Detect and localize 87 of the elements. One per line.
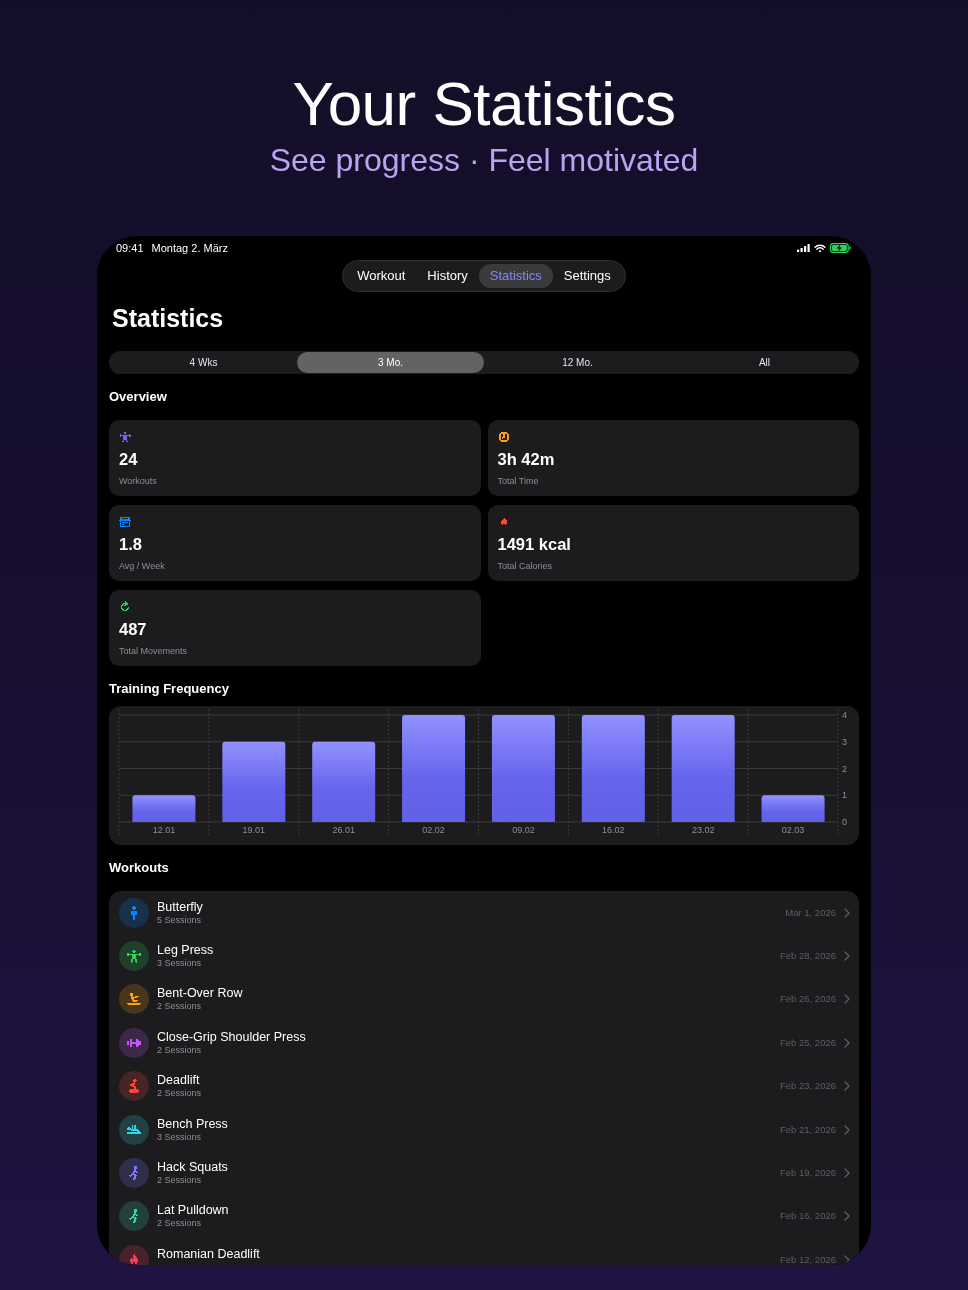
tab[interactable]: Workout [346, 264, 417, 288]
y-axis-label: 2 [842, 763, 847, 774]
session-count: 5 Sessions [157, 914, 203, 926]
y-axis-label: 3 [842, 736, 847, 747]
session-count: 2 Sessions [157, 1218, 203, 1230]
session-count: 2 Sessions [157, 1088, 203, 1100]
session-count: 2 Sessions [157, 1001, 203, 1013]
signal-icon [797, 244, 810, 252]
page-title: Statistics [112, 303, 225, 333]
status-date: Montag 2. März [151, 241, 228, 255]
period-segment[interactable]: 12 Mo. [484, 352, 671, 373]
chevron-icon[interactable] [844, 1081, 850, 1092]
x-axis-label: 09.02 [512, 825, 535, 835]
hero-subtitle: See progress · Feel motivated [268, 141, 700, 179]
workout-name: Lat Pulldown [157, 1203, 230, 1219]
y-axis-label: 0 [842, 817, 847, 827]
flame-icon [119, 1244, 149, 1265]
stat-label: Total Calories [497, 561, 554, 572]
stat-label: Total Time [497, 476, 540, 487]
workout-date: Feb 23, 2026 [780, 1080, 836, 1093]
workout-date: Feb 25, 2026 [780, 1036, 836, 1049]
chevron-icon[interactable] [844, 907, 850, 918]
session-count: 2 Sessions [157, 1175, 203, 1187]
dumbbell-icon [119, 1027, 149, 1058]
workout-name: Leg Press [157, 943, 215, 959]
status-time: 09:41 [116, 241, 144, 255]
x-axis-label: 02.02 [422, 825, 445, 835]
workout-date: Feb 26, 2026 [780, 993, 836, 1006]
workout-name: Romanian Deadlift [157, 1246, 261, 1262]
stat-label: Avg / Week [119, 561, 166, 572]
workout-name: Deadlift [157, 1073, 201, 1089]
tab[interactable]: Statistics [478, 264, 553, 288]
chevron-icon[interactable] [844, 1211, 850, 1222]
wifi-icon [814, 243, 826, 253]
tab[interactable]: History [416, 264, 479, 288]
bench-figure-icon [119, 1114, 149, 1145]
x-axis-label: 16.02 [602, 825, 625, 835]
workout-date: Feb 28, 2026 [780, 950, 836, 963]
period-segment[interactable]: 4 Wks [110, 352, 297, 373]
chevron-icon[interactable] [844, 1168, 850, 1179]
step-figure-icon [119, 1071, 149, 1102]
workout-name: Close-Grip Shoulder Press [157, 1029, 307, 1045]
session-count: 3 Sessions [157, 1131, 203, 1143]
workout-date: Feb 21, 2026 [780, 1123, 836, 1136]
stat-value: 24 [119, 449, 139, 469]
workout-date: Mar 1, 2026 [785, 906, 836, 919]
workout-date: Feb 12, 2026 [780, 1253, 836, 1265]
stat-value: 1491 kcal [497, 534, 572, 554]
chevron-icon[interactable] [844, 1037, 850, 1048]
period-segment[interactable]: All [671, 352, 858, 373]
x-axis-label: 02.03 [781, 825, 805, 835]
y-axis-label: 4 [842, 710, 847, 720]
chevron-icon[interactable] [844, 1124, 850, 1135]
workout-date: Feb 16, 2026 [780, 1210, 836, 1223]
hero-title: Your Statistics [291, 70, 677, 138]
x-axis-label: 12.01 [152, 825, 176, 835]
rowing-icon [119, 984, 149, 1015]
battery-icon [830, 243, 851, 253]
section-heading: Training Frequency [109, 681, 230, 697]
stat-value: 487 [119, 619, 148, 639]
stat-label: Workouts [119, 476, 158, 487]
x-axis-label: 26.01 [332, 825, 355, 835]
section-heading: Overview [109, 389, 168, 405]
weightlifter-icon [119, 941, 149, 972]
y-axis-label: 1 [842, 790, 847, 801]
workout-name: Hack Squats [157, 1160, 229, 1176]
workout-name: Butterfly [157, 899, 204, 915]
section-heading: Workouts [109, 860, 170, 876]
x-axis-label: 23.02 [691, 825, 715, 835]
running-icon [119, 1201, 149, 1232]
chart-bar [761, 795, 825, 822]
running-icon [119, 1158, 149, 1189]
workout-date: Feb 19, 2026 [780, 1167, 836, 1180]
period-segment[interactable]: 3 Mo. [297, 352, 484, 373]
workout-name: Bench Press [157, 1116, 229, 1132]
person-icon [119, 897, 149, 928]
session-count: 3 Sessions [157, 958, 203, 970]
chevron-icon[interactable] [844, 994, 850, 1005]
session-count: 2 Sessions [157, 1044, 203, 1056]
stat-label: Total Movements [119, 646, 189, 657]
stat-value: 1.8 [119, 534, 143, 554]
stat-value: 3h 42m [497, 449, 556, 469]
chart-bar [132, 795, 196, 822]
tab[interactable]: Settings [552, 264, 622, 288]
chevron-icon[interactable] [844, 951, 850, 962]
x-axis-label: 19.01 [242, 825, 266, 835]
workout-name: Bent-Over Row [157, 986, 244, 1002]
